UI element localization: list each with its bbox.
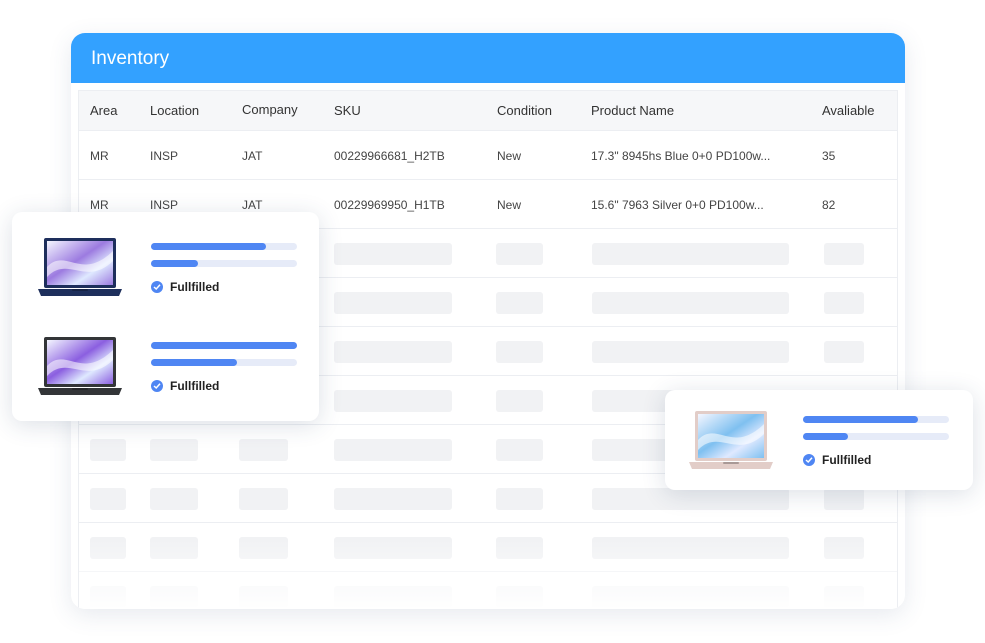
column-header-available[interactable]: Avaliable xyxy=(822,103,875,118)
skeleton-cell xyxy=(239,439,288,461)
skeleton-cell xyxy=(239,488,288,510)
laptop-image xyxy=(36,336,124,403)
progress-fill xyxy=(803,416,919,423)
table-row[interactable]: MR INSP JAT 00229966681_H2TB New 17.3" 8… xyxy=(79,131,897,180)
cell-company: JAT xyxy=(242,149,263,163)
skeleton-cell xyxy=(496,390,543,412)
status-badge: Fullfilled xyxy=(803,453,871,467)
skeleton-cell xyxy=(150,439,198,461)
inventory-title: Inventory xyxy=(71,33,905,83)
table-fade xyxy=(79,539,897,609)
column-header-location[interactable]: Location xyxy=(150,103,199,118)
skeleton-cell xyxy=(592,243,789,265)
progress-fill xyxy=(151,342,297,349)
skeleton-cell xyxy=(90,439,126,461)
progress-bar xyxy=(803,433,949,440)
cell-condition: New xyxy=(497,198,522,212)
check-circle-icon xyxy=(151,281,163,293)
check-circle-icon xyxy=(803,454,815,466)
skeleton-cell xyxy=(496,243,543,265)
skeleton-cell xyxy=(824,243,864,265)
skeleton-cell xyxy=(496,488,543,510)
skeleton-cell xyxy=(592,488,789,510)
skeleton-cell xyxy=(334,390,452,412)
fulfillment-card[interactable]: Fullfilled Fullfilled xyxy=(12,212,319,421)
laptop-image xyxy=(36,237,124,304)
progress-bar xyxy=(151,342,297,349)
skeleton-cell xyxy=(334,439,452,461)
cell-sku: 00229966681_H2TB xyxy=(334,149,445,163)
progress-bar xyxy=(803,416,949,423)
progress-bar xyxy=(151,260,297,267)
table-header: Area Location Company SKU Condition Prod… xyxy=(79,91,897,131)
column-header-company[interactable]: Company xyxy=(242,102,298,117)
cell-condition: New xyxy=(497,149,522,163)
cell-location: INSP xyxy=(150,149,179,163)
skeleton-cell xyxy=(824,292,864,314)
progress-fill xyxy=(151,260,198,267)
skeleton-cell xyxy=(334,341,452,363)
column-header-product-name[interactable]: Product Name xyxy=(591,103,674,118)
progress-fill xyxy=(151,359,238,366)
status-label: Fullfilled xyxy=(170,379,220,393)
cell-product-name: 17.3" 8945hs Blue 0+0 PD100w... xyxy=(591,149,771,163)
skeleton-cell xyxy=(496,341,543,363)
fulfillment-card[interactable]: Fullfilled xyxy=(665,390,973,490)
cell-sku: 00229969950_H1TB xyxy=(334,198,445,212)
skeleton-cell xyxy=(334,243,452,265)
cell-available: 35 xyxy=(822,149,836,163)
progress-bar xyxy=(151,359,297,366)
skeleton-cell xyxy=(150,488,198,510)
status-label: Fullfilled xyxy=(170,280,220,294)
cell-location: INSP xyxy=(150,198,179,212)
progress-fill xyxy=(151,243,267,250)
skeleton-cell xyxy=(496,292,543,314)
skeleton-cell xyxy=(592,292,789,314)
skeleton-cell xyxy=(334,292,452,314)
skeleton-cell xyxy=(824,341,864,363)
cell-area: MR xyxy=(90,149,109,163)
skeleton-cell xyxy=(334,488,452,510)
skeleton-cell xyxy=(90,488,126,510)
progress-fill xyxy=(803,433,849,440)
column-header-condition[interactable]: Condition xyxy=(497,103,552,118)
laptop-image xyxy=(687,410,775,477)
skeleton-cell xyxy=(824,488,864,510)
check-circle-icon xyxy=(151,380,163,392)
status-label: Fullfilled xyxy=(822,453,872,467)
cell-company: JAT xyxy=(242,198,263,212)
status-badge: Fullfilled xyxy=(151,280,219,294)
cell-product-name: 15.6" 7963 Silver 0+0 PD100w... xyxy=(591,198,764,212)
cell-available: 82 xyxy=(822,198,836,212)
cell-area: MR xyxy=(90,198,109,212)
progress-bar xyxy=(151,243,297,250)
column-header-area[interactable]: Area xyxy=(90,103,117,118)
column-header-sku[interactable]: SKU xyxy=(334,103,361,118)
skeleton-cell xyxy=(496,439,543,461)
status-badge: Fullfilled xyxy=(151,379,219,393)
skeleton-cell xyxy=(592,341,789,363)
